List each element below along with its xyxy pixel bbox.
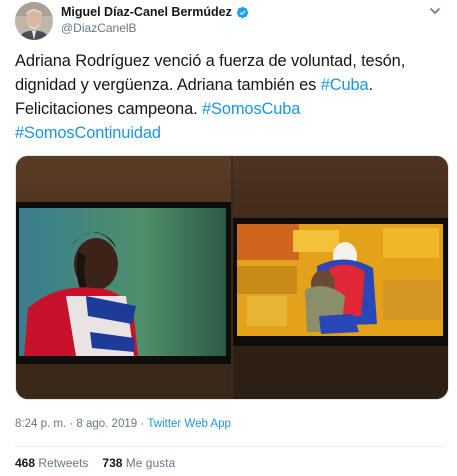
photo-tv-hug [233,156,448,399]
tweet-meta: 8:24 p. m. · 8 ago. 2019 · Twitter Web A… [15,418,231,430]
display-name[interactable]: Miguel Díaz-Canel Bermúdez [61,5,232,20]
verified-badge-icon [236,6,249,19]
tweet-date[interactable]: 8 ago. 2019 [76,418,137,430]
handle[interactable]: @DiazCanelB [61,21,249,36]
retweets-stat[interactable]: 468 Retweets [15,456,88,470]
media-grid [15,155,449,400]
hashtag-somoscontinuidad[interactable]: #SomosContinuidad [15,124,161,142]
tweet-card: Miguel Díaz-Canel Bermúdez @DiazCanelB A… [0,0,457,476]
retweets-label: Retweets [38,456,89,470]
photo-tv-athlete [16,156,231,399]
photo-athlete-flag[interactable] [16,156,231,399]
likes-label: Me gusta [125,456,176,470]
hashtag-cuba[interactable]: #Cuba [321,76,369,94]
avatar-photo [15,2,53,40]
tweet-source[interactable]: Twitter Web App [147,418,231,430]
name-block: Miguel Díaz-Canel Bermúdez @DiazCanelB [61,5,249,36]
avatar[interactable] [15,2,53,40]
likes-count: 738 [102,456,123,470]
likes-stat[interactable]: 738 Me gusta [102,456,175,470]
retweets-count: 468 [15,456,36,470]
display-name-row[interactable]: Miguel Díaz-Canel Bermúdez [61,5,249,20]
hashtag-somoscuba[interactable]: #SomosCuba [202,100,300,118]
meta-separator-2: · [137,418,148,430]
tweet-text: Adriana Rodríguez venció a fuerza de vol… [15,49,443,145]
meta-separator: · [66,418,77,430]
tweet-header: Miguel Díaz-Canel Bermúdez @DiazCanelB [15,2,442,42]
photo-athletes-hug[interactable] [233,156,448,399]
divider [15,446,442,447]
tweet-time[interactable]: 8:24 p. m. [15,418,66,430]
tweet-stats: 468 Retweets 738 Me gusta [15,456,175,470]
chevron-down-icon[interactable] [428,4,442,18]
